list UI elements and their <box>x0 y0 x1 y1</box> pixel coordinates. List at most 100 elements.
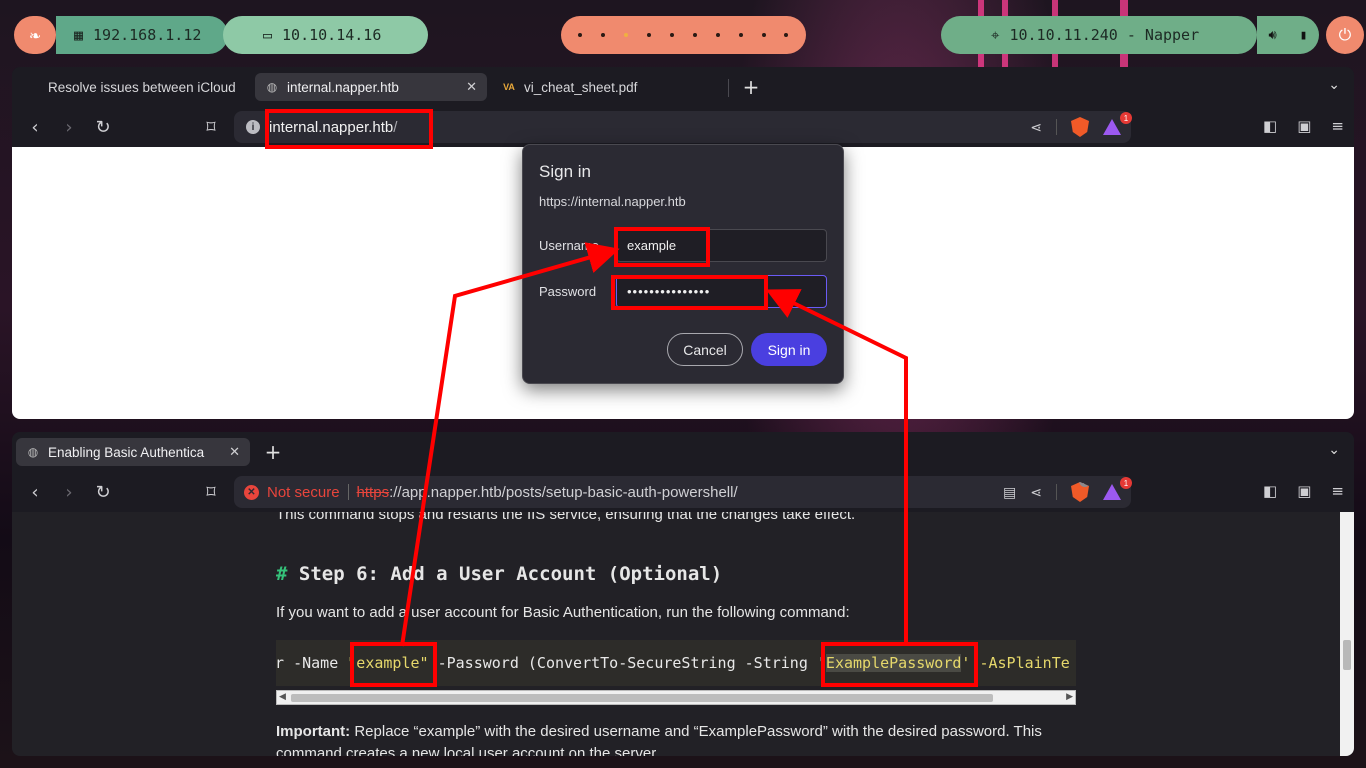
nav-bar: ‹ › ↻ ⌑ i internal.napper.htb / ⋖ 1 ◧ ▣ … <box>12 107 1354 147</box>
power-button[interactable]: ⏻ <box>1326 16 1364 54</box>
share-icon[interactable]: ⋖ <box>1030 484 1042 501</box>
tab-label: vi_cheat_sheet.pdf <box>524 79 638 95</box>
url-scheme: https <box>356 483 390 501</box>
tab-bar: Resolve issues between iCloud ◍ internal… <box>12 67 1354 107</box>
kali-icon: ❧ <box>29 24 41 46</box>
sign-in-button[interactable]: Sign in <box>751 333 827 366</box>
workspace-dot[interactable] <box>578 33 583 37</box>
cancel-button[interactable]: Cancel <box>667 333 743 366</box>
annotation-box-code-password <box>821 642 978 687</box>
workspace-dot[interactable] <box>647 33 652 37</box>
back-button[interactable]: ‹ <box>22 115 48 139</box>
back-button[interactable]: ‹ <box>22 480 48 504</box>
code-segment: er -Name <box>276 654 339 672</box>
sidebar-icon[interactable]: ◧ <box>1263 482 1277 500</box>
globe-icon: ◍ <box>27 445 39 459</box>
globe-icon: ◍ <box>266 80 278 94</box>
workspace-dot[interactable] <box>692 33 697 37</box>
scrollbar-thumb[interactable] <box>1343 640 1351 670</box>
url-rest: ://app.napper.htb/posts/setup-basic-auth… <box>389 483 738 501</box>
sidebar-icon[interactable]: ◧ <box>1263 117 1277 135</box>
forward-button[interactable]: › <box>56 115 82 139</box>
tab-label: Enabling Basic Authentica <box>48 444 205 460</box>
info-icon[interactable]: i <box>246 120 260 134</box>
power-icon: ⏻ <box>1338 25 1352 44</box>
local-ip-text: 192.168.1.12 <box>93 26 202 44</box>
apple-icon <box>26 80 40 94</box>
brave-shields-icon[interactable] <box>1071 117 1089 137</box>
page-vertical-scrollbar[interactable] <box>1340 512 1354 756</box>
crosshair-icon: ⌖ <box>991 26 1000 44</box>
scroll-right-arrow[interactable]: ▶ <box>1066 692 1073 702</box>
bookmark-icon[interactable]: ⌑ <box>198 115 224 139</box>
toolbar-right: ◧ ▣ ≡ <box>1263 482 1344 500</box>
reload-button[interactable]: ↻ <box>90 115 116 139</box>
rewards-badge: 1 <box>1120 112 1132 124</box>
dialog-title: Sign in <box>539 162 591 181</box>
section-heading: # Step 6: Add a User Account (Optional) <box>276 563 722 585</box>
browser-window-bottom: ◍ Enabling Basic Authentica ✕ + ⌄ ‹ › ↻ … <box>12 432 1354 756</box>
close-icon[interactable]: ✕ <box>466 79 477 95</box>
forward-button[interactable]: › <box>56 480 82 504</box>
workspace-dot[interactable] <box>670 33 674 37</box>
tab-icloud[interactable]: Resolve issues between iCloud <box>16 73 252 101</box>
important-text: Replace “example” with the desired usern… <box>350 723 1042 740</box>
laptop-icon: ▭ <box>263 26 273 44</box>
wallet-icon[interactable]: ▣ <box>1297 482 1311 500</box>
close-icon[interactable]: ✕ <box>229 444 240 460</box>
new-tab-button[interactable]: + <box>261 440 285 464</box>
battery-icon[interactable]: ▮ <box>1300 28 1308 43</box>
address-bar-actions: ⋖ 1 <box>1030 112 1132 137</box>
volume-icon[interactable]: 🔊︎ <box>1268 28 1276 43</box>
article-paragraph: This command stops and restarts the IIS … <box>276 512 856 523</box>
separator <box>347 484 349 500</box>
code-horizontal-scrollbar[interactable]: ◀ ▶ <box>276 690 1076 705</box>
wallet-icon[interactable]: ▣ <box>1297 117 1311 135</box>
target-text: 10.10.11.240 - Napper <box>1009 26 1200 44</box>
target-widget[interactable]: ⌖ 10.10.11.240 - Napper <box>941 16 1257 54</box>
new-tab-button[interactable]: + <box>739 75 763 99</box>
security-label[interactable]: Not secure <box>267 484 340 501</box>
tab-internal-napper[interactable]: ◍ internal.napper.htb ✕ <box>255 73 487 101</box>
code-segment: -Password (ConvertTo-SecureString -Strin… <box>428 654 826 672</box>
reader-mode-icon[interactable]: ▤ <box>1003 484 1016 501</box>
scrollbar-thumb[interactable] <box>291 694 993 702</box>
separator <box>1056 119 1057 135</box>
dialog-origin: https://internal.napper.htb <box>539 194 686 209</box>
address-bar-actions: ▤ ⋖ 1 1 <box>1003 477 1132 502</box>
password-label: Password <box>539 284 597 299</box>
bookmark-icon[interactable]: ⌑ <box>198 480 224 504</box>
workspace-dot[interactable] <box>715 33 720 37</box>
brave-rewards-icon[interactable]: 1 <box>1103 477 1132 500</box>
vpn-ip-widget[interactable]: ▭ 10.10.14.16 <box>223 16 428 54</box>
heading-anchor[interactable]: # <box>276 563 287 585</box>
workspace-dot-active[interactable] <box>624 33 629 37</box>
workspace-dot[interactable] <box>761 33 766 37</box>
menu-icon[interactable]: ≡ <box>1331 482 1344 500</box>
launcher-button[interactable]: ❧ <box>14 16 56 54</box>
workspace-dot[interactable] <box>784 33 789 37</box>
brave-rewards-icon[interactable]: 1 <box>1103 112 1132 135</box>
tab-label: Resolve issues between iCloud <box>48 79 236 95</box>
chevron-down-icon[interactable]: ⌄ <box>1328 442 1340 458</box>
workspace-dot[interactable] <box>738 33 743 37</box>
annotation-box-password <box>611 275 768 310</box>
share-icon[interactable]: ⋖ <box>1030 119 1042 136</box>
not-secure-icon[interactable]: ✕ <box>244 484 259 500</box>
scroll-left-arrow[interactable]: ◀ <box>279 692 286 702</box>
tab-basic-auth[interactable]: ◍ Enabling Basic Authentica ✕ <box>16 438 250 466</box>
annotation-box-username <box>614 227 710 267</box>
chevron-down-icon[interactable]: ⌄ <box>1328 77 1340 93</box>
annotation-box-code-username <box>350 642 437 687</box>
address-bar[interactable]: ✕ Not secure https ://app.napper.htb/pos… <box>234 476 1132 508</box>
menu-icon[interactable]: ≡ <box>1331 117 1344 135</box>
workspace-dot[interactable] <box>601 33 606 37</box>
brave-shields-icon[interactable]: 1 <box>1071 482 1089 502</box>
article-content: This command stops and restarts the IIS … <box>12 512 1354 756</box>
tab-vi-cheatsheet[interactable]: VA vi_cheat_sheet.pdf <box>492 73 724 101</box>
article-paragraph: If you want to add a user account for Ba… <box>276 604 850 621</box>
system-tray[interactable]: 🔊︎ ▮ <box>1257 16 1319 54</box>
reload-button[interactable]: ↻ <box>90 480 116 504</box>
workspace-switcher[interactable] <box>561 16 806 54</box>
local-ip-widget[interactable]: ▦ 192.168.1.12 <box>56 16 228 54</box>
